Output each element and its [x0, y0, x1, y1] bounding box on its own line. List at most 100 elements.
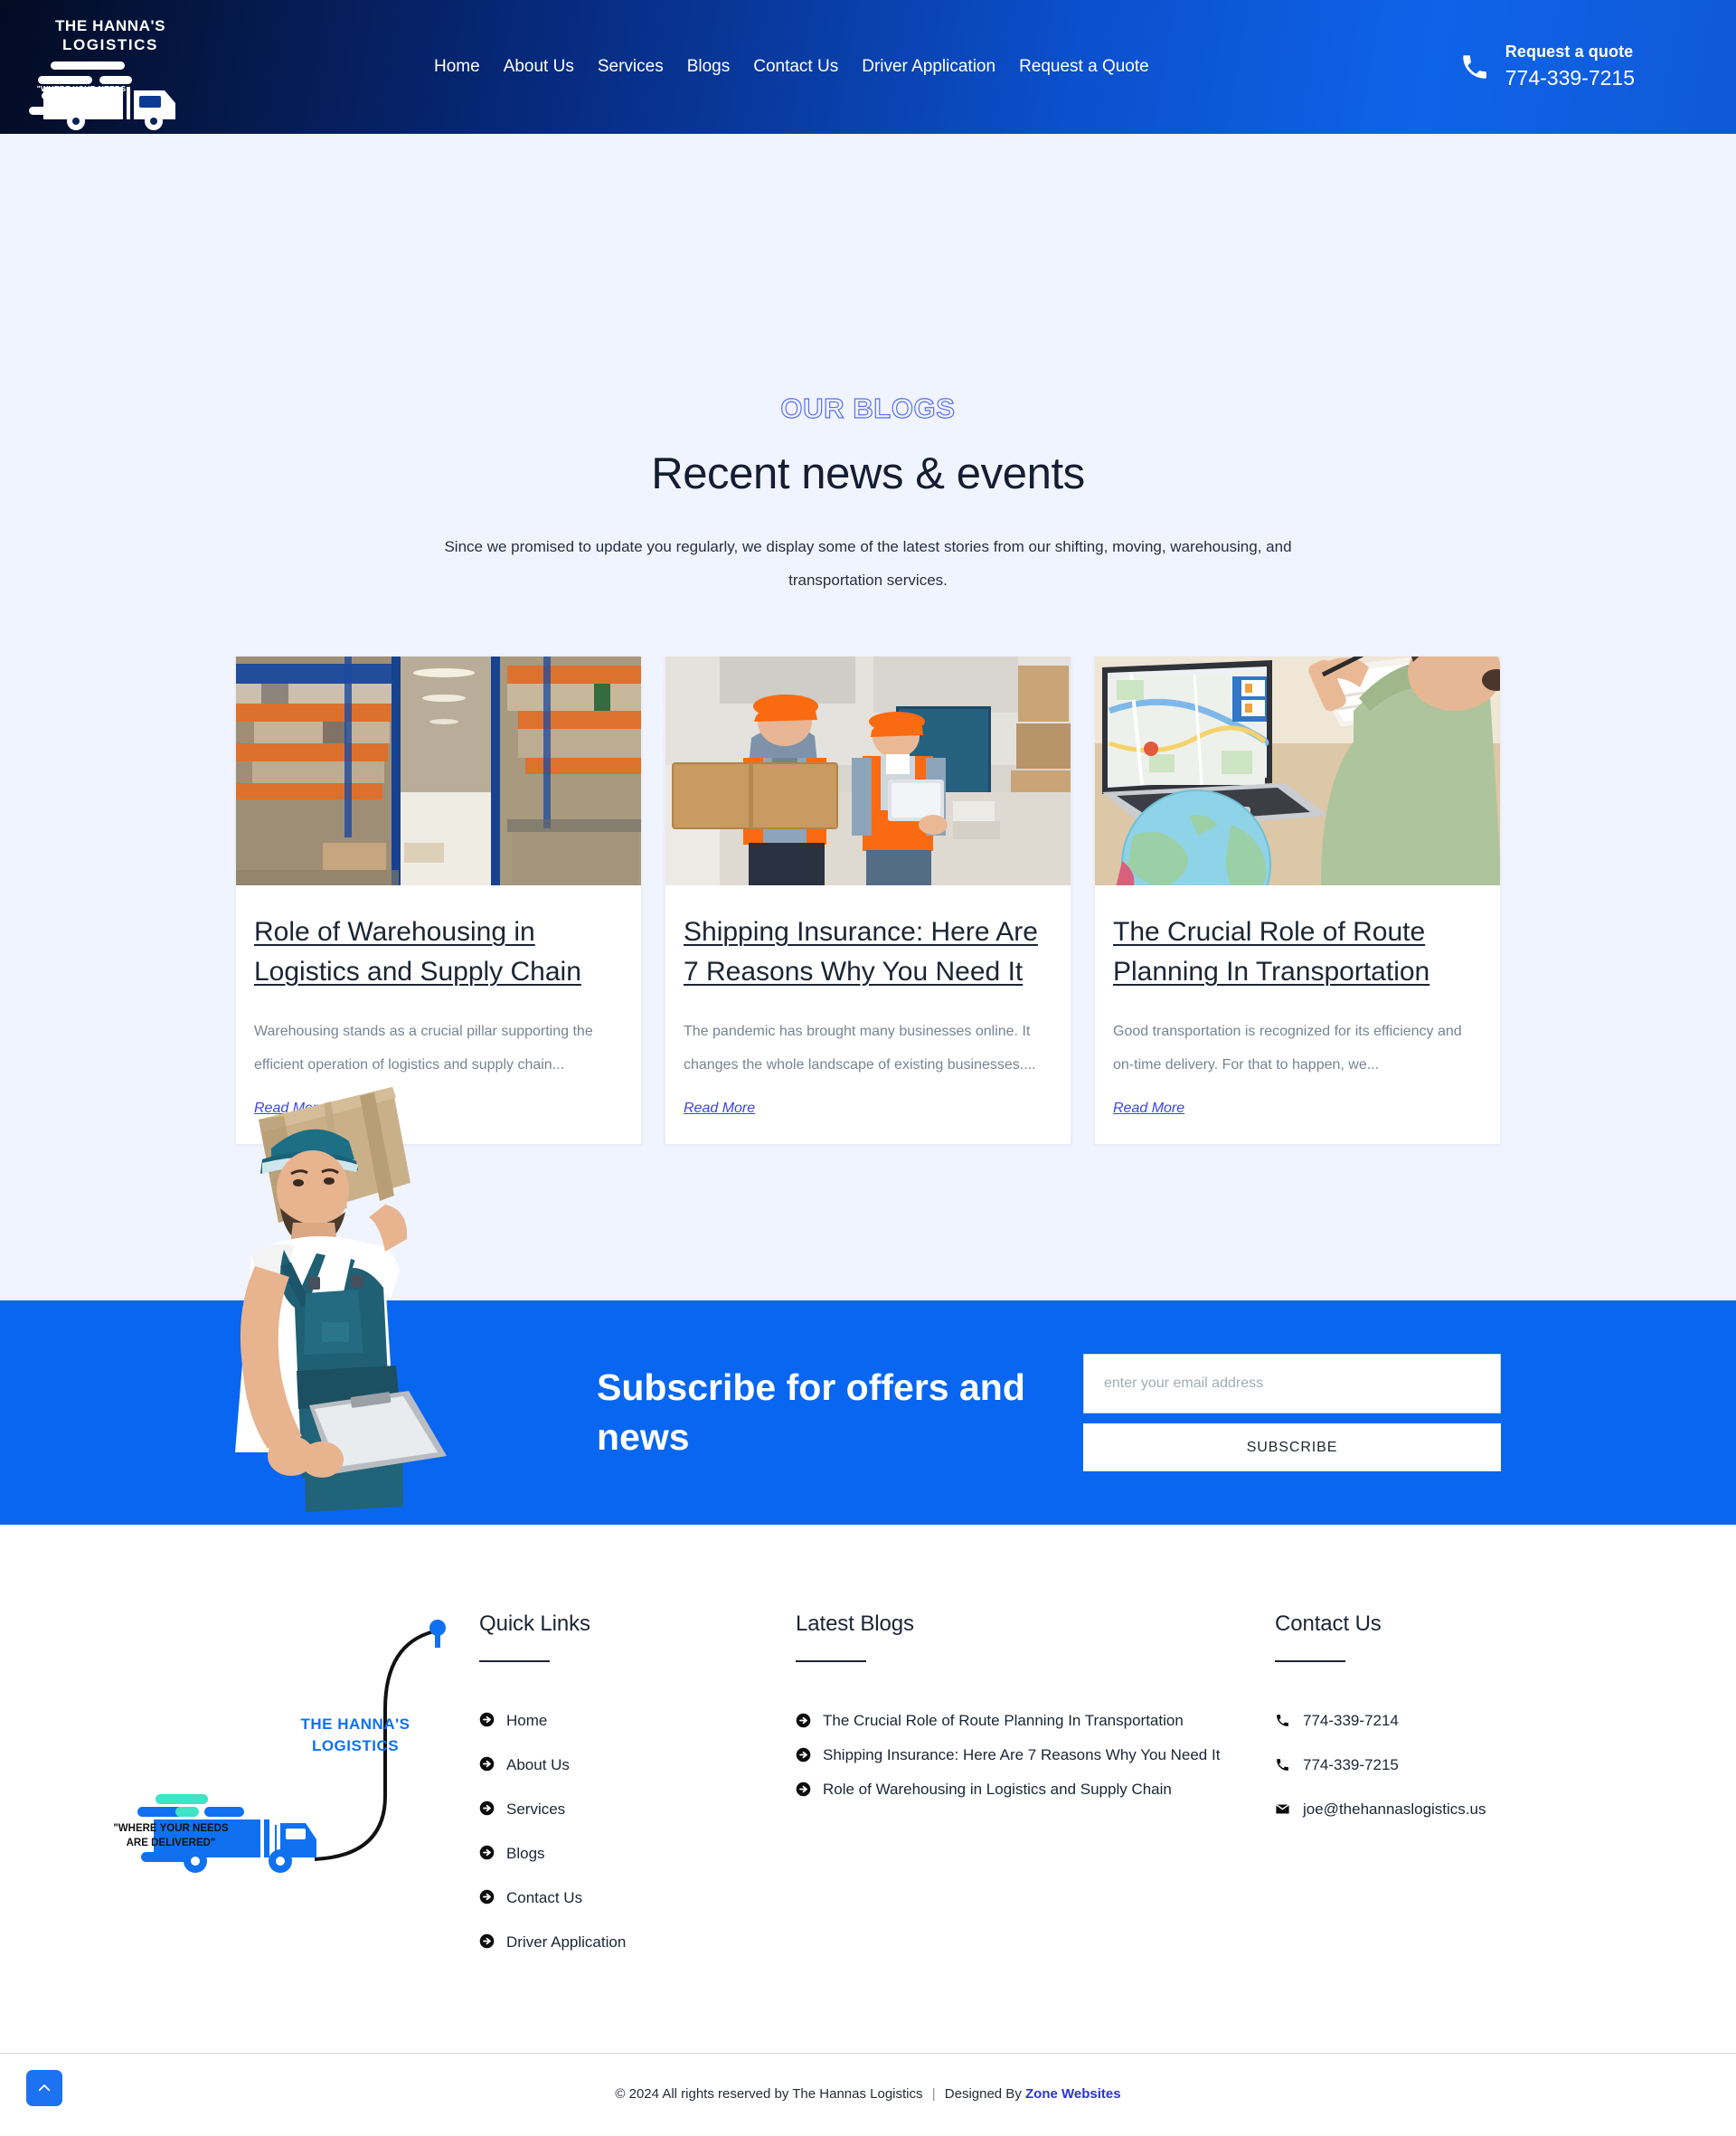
blog-card-excerpt: The pandemic has brought many businesses…	[684, 1024, 1036, 1073]
footer-latest-blogs-list: The Crucial Role of Route Planning In Tr…	[796, 1704, 1275, 1806]
blog-card-image	[1095, 657, 1500, 885]
copyright-label: © 2024 All rights reserved by The Hannas…	[615, 2086, 923, 2102]
page-title: Recent news & events	[651, 449, 1085, 498]
blog-card-body: The Crucial Role of Route Planning In Tr…	[1095, 885, 1500, 1144]
header-quote-phone[interactable]: 774-339-7215	[1505, 65, 1635, 91]
section-eyebrow: OUR BLOGS	[780, 392, 956, 424]
main-navigation: Home About Us Services Blogs Contact Us …	[434, 0, 1149, 134]
footer-contact-label: joe@thehannaslogistics.us	[1303, 1800, 1486, 1818]
envelope-icon	[1276, 1803, 1289, 1814]
blog-card-body: Shipping Insurance: Here Are 7 Reasons W…	[665, 885, 1071, 1144]
phone-icon	[1463, 55, 1486, 79]
header-logo[interactable]: THE HANNA'S LOGISTICS "WHERE YOUR NEEDS …	[16, 4, 208, 130]
footer-link-label: Blogs	[506, 1845, 545, 1862]
blog-card[interactable]: The Crucial Role of Route Planning In Tr…	[1094, 656, 1501, 1145]
subscribe-button[interactable]: SUBSCRIBE	[1083, 1423, 1501, 1471]
footer-contact-label: 774-339-7215	[1303, 1756, 1399, 1773]
footer-contact-label: 774-339-7214	[1303, 1712, 1399, 1729]
heading-underline	[1275, 1660, 1345, 1662]
nav-item-driver-application[interactable]: Driver Application	[862, 57, 995, 77]
footer-logo-text: THE HANNA'S LOGISTICS	[300, 1715, 410, 1754]
arrow-circle-right-icon	[796, 1713, 811, 1728]
footer-blog-link[interactable]: The Crucial Role of Route Planning In Tr…	[796, 1704, 1275, 1737]
designer-link[interactable]: Zone Websites	[1025, 2086, 1121, 2102]
footer-phone-1[interactable]: 774-339-7214	[1275, 1704, 1637, 1737]
blog-card-image	[665, 657, 1071, 885]
header-quote-text: Request a quote 774-339-7215	[1505, 42, 1635, 91]
header-logo-line1: THE HANNA'S	[54, 17, 166, 34]
nav-item-blogs[interactable]: Blogs	[687, 57, 731, 77]
footer-contact-list: 774-339-7214 774-339-7215 joe@thehannasl…	[1275, 1704, 1637, 1826]
arrow-circle-right-icon	[479, 1712, 495, 1727]
blog-card[interactable]: Role of Warehousing in Logistics and Sup…	[235, 656, 642, 1145]
heading-underline	[479, 1660, 550, 1662]
footer-blog-label: The Crucial Role of Route Planning In Tr…	[823, 1712, 1184, 1729]
blog-card-read-more[interactable]: Read More	[254, 1101, 326, 1117]
subscribe-form: SUBSCRIBE	[1083, 1354, 1501, 1471]
footer-link-blogs[interactable]: Blogs	[479, 1837, 796, 1870]
footer-link-about-us[interactable]: About Us	[479, 1748, 796, 1782]
arrow-circle-right-icon	[479, 1889, 495, 1904]
arrow-circle-right-icon	[479, 1933, 495, 1949]
nav-item-request-a-quote[interactable]: Request a Quote	[1019, 57, 1149, 77]
footer-blog-label: Role of Warehousing in Logistics and Sup…	[823, 1781, 1172, 1798]
footer-link-driver-application[interactable]: Driver Application	[479, 1925, 796, 1959]
footer-contact: Contact Us 774-339-7214 774-339-7215 joe…	[1275, 1611, 1637, 1970]
blog-card-title[interactable]: The Crucial Role of Route Planning In Tr…	[1113, 912, 1482, 992]
header-quote-label: Request a quote	[1505, 43, 1634, 61]
header-logo-tagline: "WHERE YOUR NEEDS ARE DELIVERED"	[36, 84, 127, 104]
nav-item-home[interactable]: Home	[434, 57, 480, 77]
warehouse-photo	[236, 657, 641, 885]
footer-link-label: About Us	[506, 1756, 570, 1773]
designed-by-label: Designed By	[944, 2086, 1022, 2102]
footer-quick-links: Quick Links Home About Us Services Blogs…	[479, 1611, 796, 1970]
blog-card-read-more[interactable]: Read More	[684, 1101, 755, 1117]
footer-link-label: Home	[506, 1712, 548, 1729]
footer-link-label: Contact Us	[506, 1889, 583, 1906]
phone-icon	[1277, 1759, 1288, 1771]
arrow-circle-right-icon	[796, 1747, 811, 1763]
header-request-quote[interactable]: Request a quote 774-339-7215	[1459, 0, 1635, 134]
footer-latest-blogs-heading: Latest Blogs	[796, 1611, 914, 1636]
footer-blog-link[interactable]: Role of Warehousing in Logistics and Sup…	[796, 1772, 1275, 1806]
arrow-circle-right-icon	[479, 1756, 495, 1772]
nav-item-about-us[interactable]: About Us	[504, 57, 574, 77]
footer-link-contact-us[interactable]: Contact Us	[479, 1881, 796, 1914]
copyright-separator: |	[931, 2086, 936, 2102]
header-logo-text: THE HANNA'S LOGISTICS	[16, 16, 204, 54]
blog-card-excerpt: Good transportation is recognized for it…	[1113, 1024, 1462, 1073]
blog-card-title[interactable]: Shipping Insurance: Here Are 7 Reasons W…	[684, 912, 1052, 992]
route-planning-photo	[1095, 657, 1500, 885]
blog-card-read-more[interactable]: Read More	[1113, 1101, 1184, 1117]
phone-icon	[1277, 1715, 1288, 1726]
footer-phone-2[interactable]: 774-339-7215	[1275, 1748, 1637, 1782]
arrow-circle-right-icon	[479, 1800, 495, 1816]
footer-quick-links-heading: Quick Links	[479, 1611, 590, 1636]
email-input[interactable]	[1083, 1354, 1501, 1413]
footer-link-home[interactable]: Home	[479, 1704, 796, 1737]
section-subtitle: Since we promised to update you regularl…	[444, 538, 1292, 589]
warehouse-workers-photo	[665, 657, 1071, 885]
footer-email[interactable]: joe@thehannaslogistics.us	[1275, 1792, 1637, 1826]
subscribe-inner: Subscribe for offers and news SUBSCRIBE	[235, 1354, 1501, 1471]
blog-card[interactable]: Shipping Insurance: Here Are 7 Reasons W…	[665, 656, 1071, 1145]
footer-link-label: Driver Application	[506, 1933, 627, 1951]
footer-bottom-bar: © 2024 All rights reserved by The Hannas…	[0, 2053, 1736, 2136]
footer-blog-link[interactable]: Shipping Insurance: Here Are 7 Reasons W…	[796, 1738, 1275, 1772]
blog-card-title[interactable]: Role of Warehousing in Logistics and Sup…	[254, 912, 623, 992]
blog-card-body: Role of Warehousing in Logistics and Sup…	[236, 885, 641, 1144]
subscribe-title: Subscribe for offers and news	[597, 1366, 1025, 1458]
footer-link-label: Services	[506, 1800, 566, 1818]
footer-link-services[interactable]: Services	[479, 1792, 796, 1826]
header-logo-truck-icon: "WHERE YOUR NEEDS ARE DELIVERED"	[16, 56, 204, 132]
footer-logo: THE HANNA'S LOGISTICS "WHERE YOUR NEEDS …	[99, 1611, 479, 1883]
blogs-section: OUR BLOGS Recent news & events Since we …	[0, 134, 1736, 1525]
heading-underline	[796, 1660, 866, 1662]
header-logo-line2: LOGISTICS	[61, 36, 159, 53]
nav-item-services[interactable]: Services	[598, 57, 664, 77]
footer-quick-links-list: Home About Us Services Blogs Contact Us …	[479, 1704, 796, 1959]
nav-item-contact-us[interactable]: Contact Us	[753, 57, 838, 77]
copyright-text: © 2024 All rights reserved by The Hannas…	[0, 2086, 1736, 2102]
blog-card-image	[236, 657, 641, 885]
arrow-circle-right-icon	[479, 1845, 495, 1860]
